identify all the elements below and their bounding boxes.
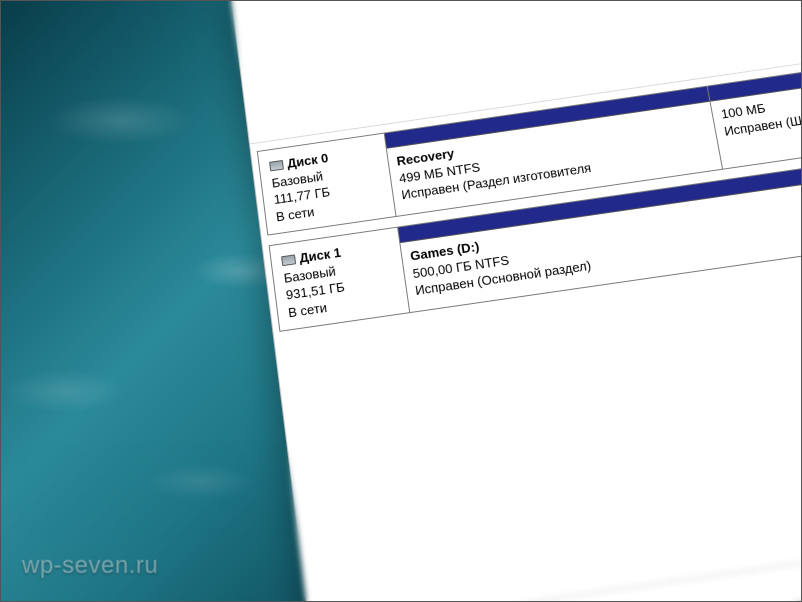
disk-icon	[269, 160, 284, 172]
disk-header[interactable]: Диск 0 Базовый 111,77 ГБ В сети	[258, 133, 397, 234]
watermark-text: wp-seven.ru	[22, 552, 158, 580]
disk-management-window: Диск 0 Базовый 111,77 ГБ В сети Recovery…	[230, 0, 802, 602]
disk-icon	[281, 254, 296, 266]
disk-header[interactable]: Диск 1 Базовый 931,51 ГБ В сети	[270, 228, 410, 331]
